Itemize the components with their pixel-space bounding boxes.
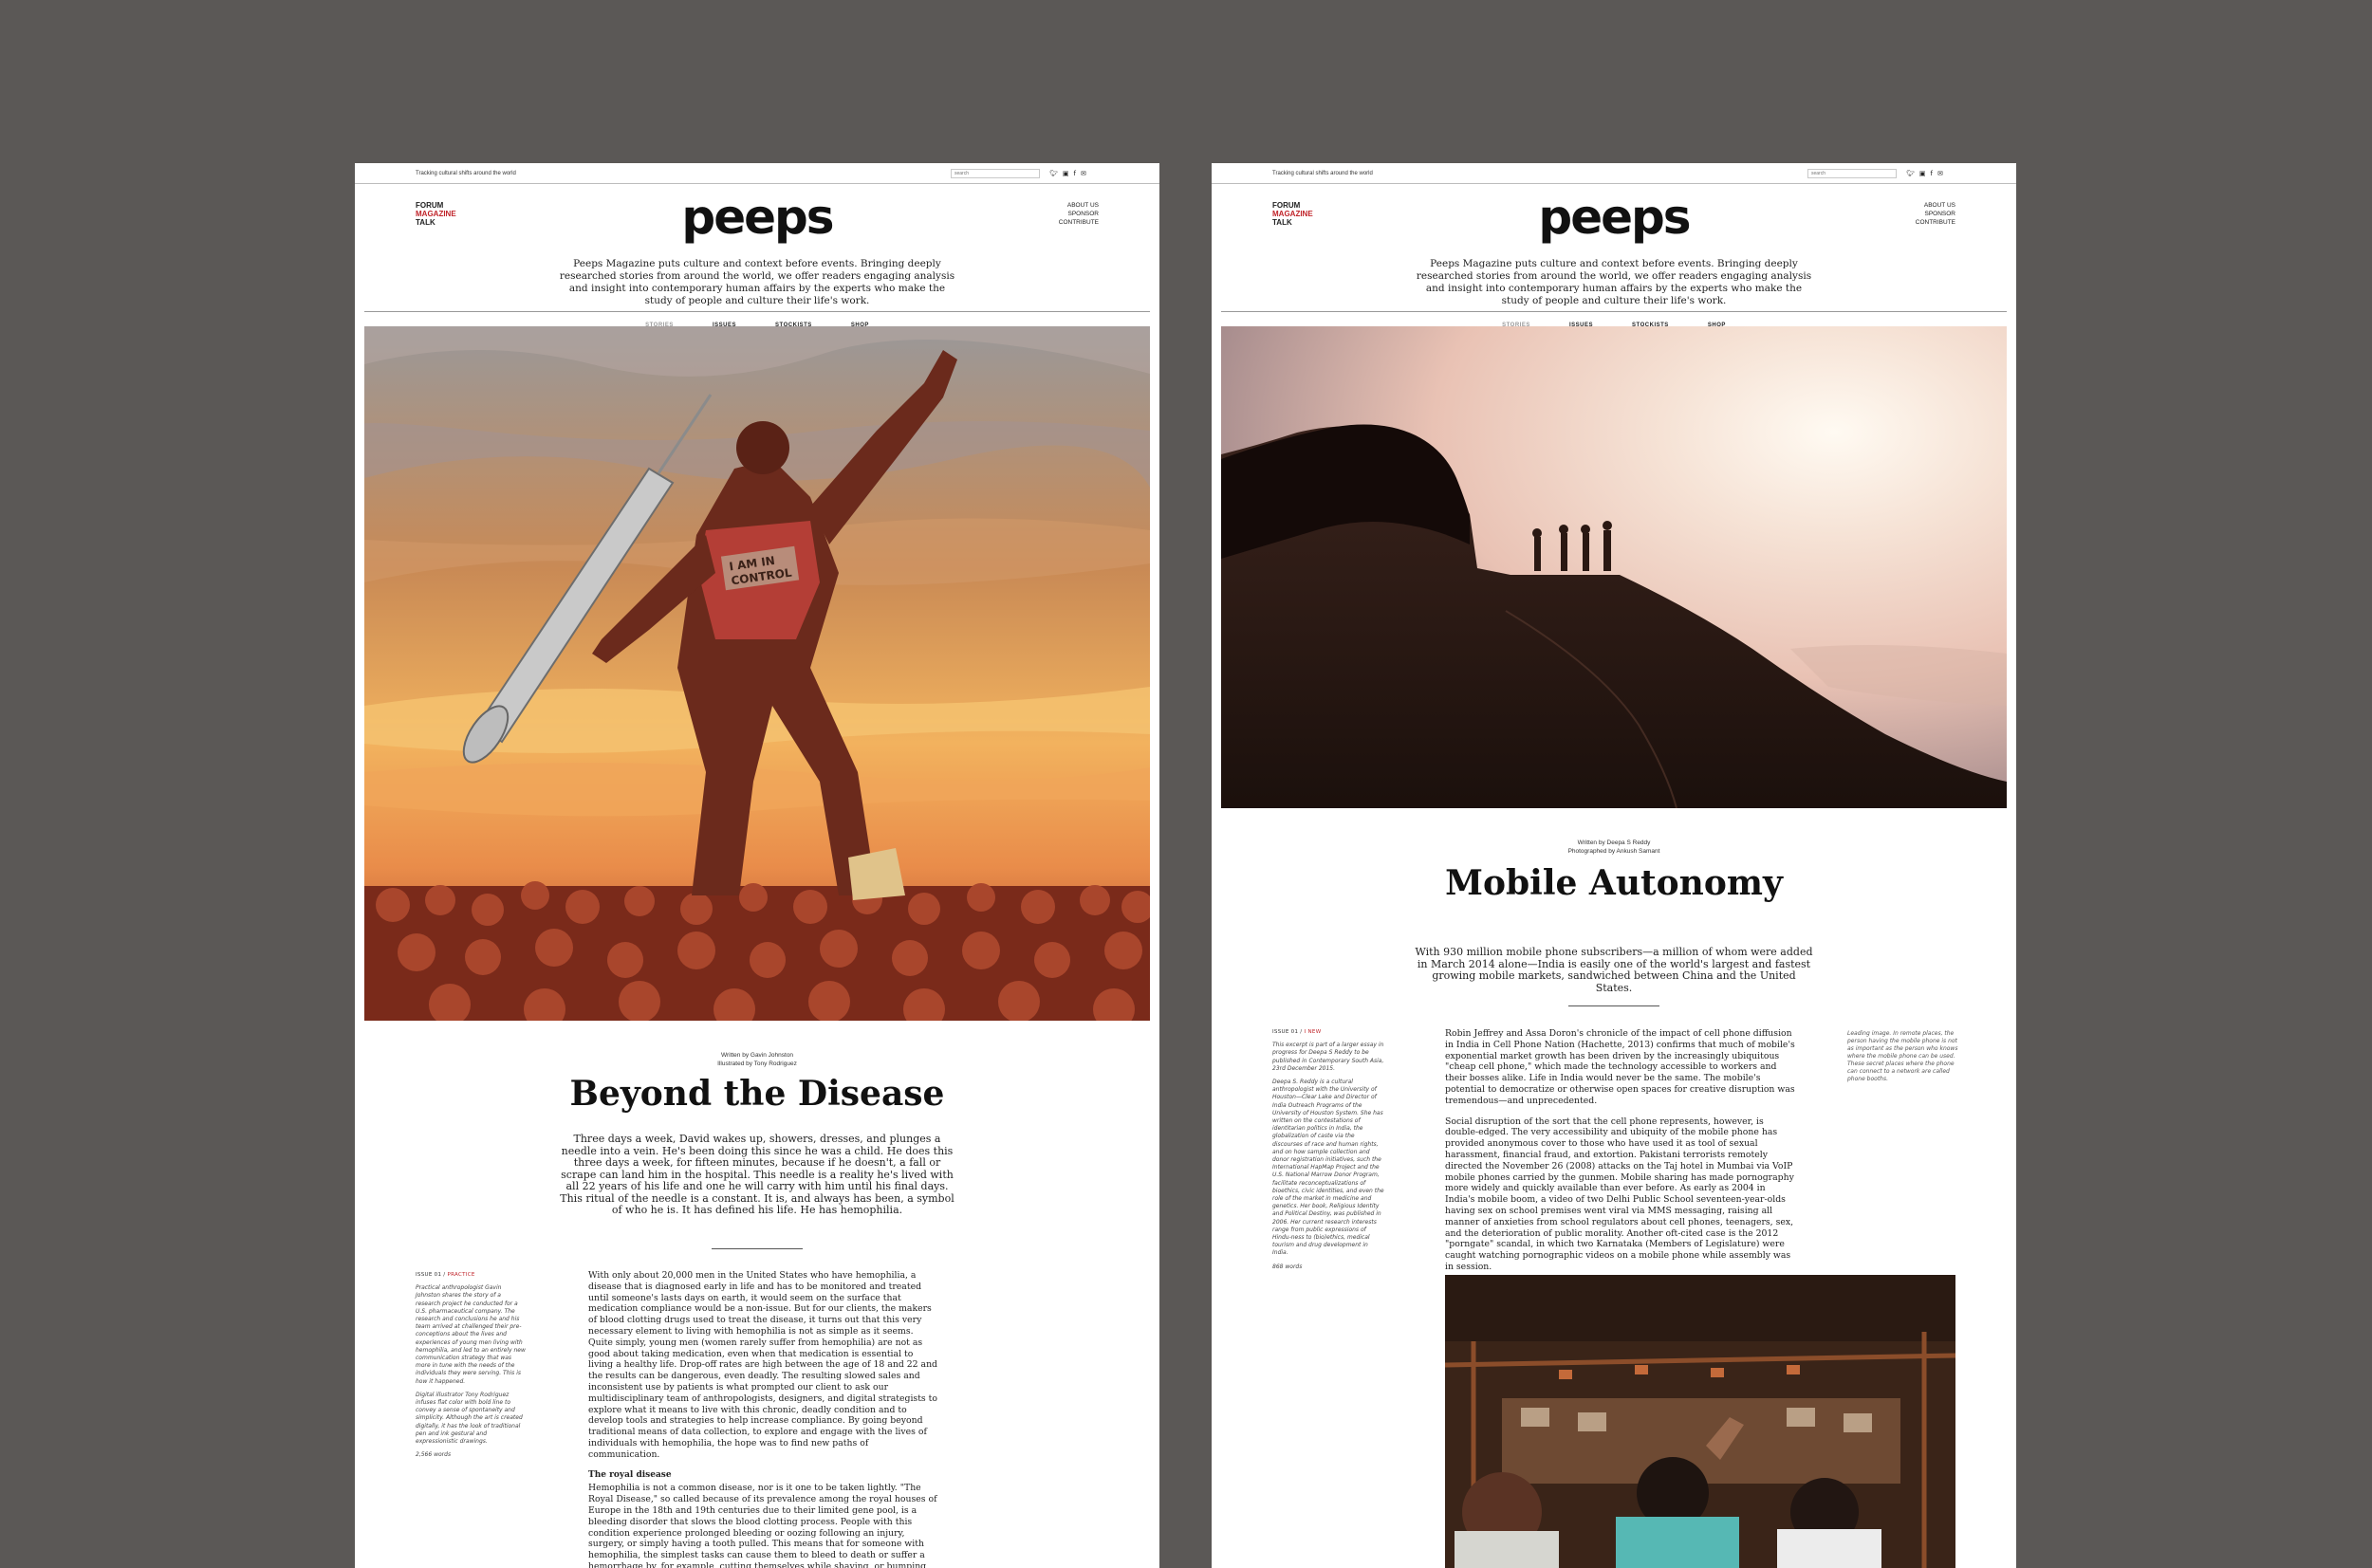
body-paragraph: Robin Jeffrey and Assa Doron's chronicle…	[1445, 1028, 1795, 1106]
article-standfirst: Three days a week, David wakes up, showe…	[560, 1133, 954, 1216]
title-divider	[712, 1248, 803, 1249]
hero-illustration: I AM IN CONTROL	[364, 326, 1150, 1021]
phone-booth-photo	[1445, 1275, 1955, 1568]
body-subheading: The royal disease	[588, 1469, 672, 1480]
article-sidebar: ISSUE 01 / PRACTICE Practical anthropolo…	[416, 1271, 528, 1465]
article-sidebar: ISSUE 01 / I NEW This excerpt is part of…	[1272, 1028, 1384, 1277]
inline-photo	[1445, 1275, 1955, 1568]
article-title: Beyond the Disease	[569, 1074, 945, 1114]
site-intro: Peeps Magazine puts culture and context …	[1416, 258, 1812, 306]
nav-contribute[interactable]: CONTRIBUTE	[1059, 218, 1099, 227]
top-bar: Tracking cultural shifts around the worl…	[355, 163, 1159, 184]
twitter-icon[interactable]: 🐦︎	[1049, 169, 1058, 178]
twitter-icon[interactable]: 🐦︎	[1906, 169, 1915, 178]
article-credits: Written by Deepa S Reddy Photographed by…	[1212, 839, 2016, 856]
article-standfirst: With 930 million mobile phone subscriber…	[1415, 946, 1813, 994]
instagram-icon[interactable]: ▣	[1919, 169, 1926, 178]
issue-label: ISSUE 01 / PRACTICE	[416, 1272, 475, 1278]
image-caption: Leading image. In remote places, the per…	[1847, 1030, 1958, 1082]
nav-about-us[interactable]: ABOUT US	[1059, 201, 1099, 210]
site-intro: Peeps Magazine puts culture and context …	[559, 258, 955, 306]
nav-sponsor[interactable]: SPONSOR	[1059, 210, 1099, 218]
title-divider	[1568, 1005, 1659, 1006]
body-paragraph: Hemophilia is not a common disease, nor …	[588, 1483, 937, 1568]
sidebar-summary: Practical anthropologist Gavin Johnston …	[416, 1284, 526, 1385]
nav-about-us[interactable]: ABOUT US	[1916, 201, 1955, 210]
facebook-icon[interactable]: f	[1931, 169, 1933, 178]
issue-label: ISSUE 01 / I NEW	[1272, 1029, 1322, 1035]
secondary-nav: ABOUT US SPONSOR CONTRIBUTE	[1059, 201, 1099, 227]
facebook-icon[interactable]: f	[1074, 169, 1076, 178]
secondary-nav: ABOUT US SPONSOR CONTRIBUTE	[1916, 201, 1955, 227]
sidebar-excerpt-note: This excerpt is part of a larger essay i…	[1272, 1042, 1384, 1072]
site-logo[interactable]: peeps	[355, 190, 1159, 245]
sidebar-illustrator-bio: Digital illustrator Tony Rodriguez infus…	[416, 1391, 523, 1446]
tagline: Tracking cultural shifts around the worl…	[1272, 171, 1373, 176]
author-credit: Written by Gavin Johnston	[720, 1052, 794, 1059]
hero-photo	[1221, 326, 2007, 808]
email-icon[interactable]: ✉	[1937, 169, 1943, 178]
author-credit: Written by Deepa S Reddy	[1577, 839, 1651, 846]
tagline: Tracking cultural shifts around the worl…	[416, 171, 516, 176]
article-title: Mobile Autonomy	[1445, 863, 1783, 903]
search-input[interactable]	[951, 169, 1040, 178]
instagram-icon[interactable]: ▣	[1063, 169, 1069, 178]
word-count: 2,566 words	[416, 1451, 452, 1459]
search-input[interactable]	[1807, 169, 1897, 178]
nav-sponsor[interactable]: SPONSOR	[1916, 210, 1955, 218]
nav-contribute[interactable]: CONTRIBUTE	[1916, 218, 1955, 227]
article-page-mobile-autonomy: Tracking cultural shifts around the worl…	[1212, 163, 2016, 1568]
site-logo[interactable]: peeps	[1212, 190, 2016, 245]
article-body: Robin Jeffrey and Assa Doron's chronicle…	[1445, 1028, 1796, 1282]
social-links: 🐦︎ ▣ f ✉	[1906, 169, 1943, 178]
email-icon[interactable]: ✉	[1081, 169, 1086, 178]
body-paragraph: With only about 20,000 men in the United…	[588, 1270, 938, 1460]
article-credits: Written by Gavin Johnston Illustrated by…	[355, 1051, 1159, 1068]
top-bar: Tracking cultural shifts around the worl…	[1212, 163, 2016, 184]
sidebar-author-bio: Deepa S. Reddy is a cultural anthropolog…	[1272, 1079, 1384, 1257]
body-paragraph: Social disruption of the sort that the c…	[1445, 1116, 1794, 1272]
photographer-credit: Photographed by Ankush Samant	[1567, 848, 1660, 855]
illustration-svg: I AM IN CONTROL	[364, 326, 1150, 1021]
article-page-beyond-the-disease: Tracking cultural shifts around the worl…	[355, 163, 1159, 1568]
social-links: 🐦︎ ▣ f ✉	[1049, 169, 1086, 178]
article-body: With only about 20,000 men in the United…	[588, 1270, 939, 1568]
section-nav: STORIES ISSUES STOCKISTS SHOP	[1221, 311, 2007, 328]
word-count: 868 words	[1272, 1263, 1303, 1270]
illustrator-credit: Illustrated by Tony Rodriguez	[717, 1061, 797, 1067]
section-nav: STORIES ISSUES STOCKISTS SHOP	[364, 311, 1150, 328]
cliff-silhouette-photo	[1221, 326, 2007, 808]
